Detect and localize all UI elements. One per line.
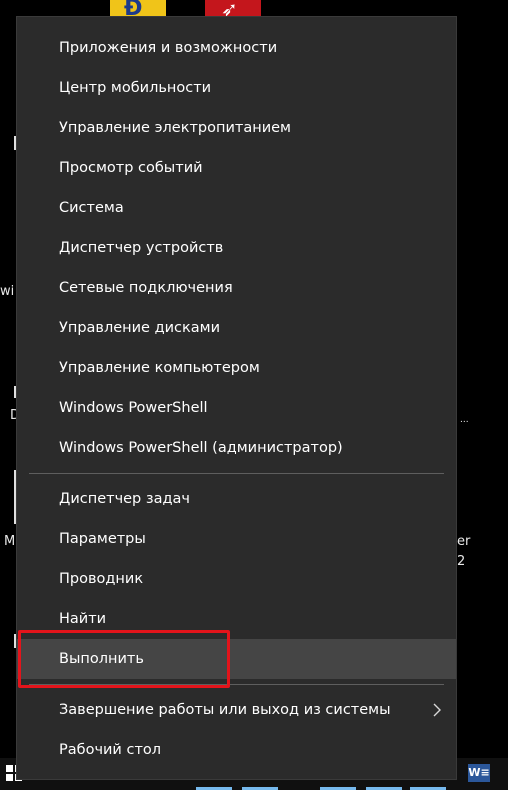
menu-item-label: Система — [59, 200, 124, 216]
menu-item-label: Завершение работы или выход из системы — [59, 702, 391, 718]
highlight-annotation-box — [18, 630, 230, 688]
menu-item-shutdown-or-sign-out[interactable]: Завершение работы или выход из системы — [17, 690, 456, 730]
desktop-label-fragment: er — [457, 534, 471, 549]
menu-item-label: Windows PowerShell (администратор) — [59, 440, 343, 456]
menu-item-label: Приложения и возможности — [59, 40, 278, 56]
menu-item-label: Параметры — [59, 531, 146, 547]
menu-item-label: Просмотр событий — [59, 160, 203, 176]
desktop-label-fragment: M — [4, 534, 16, 549]
windows-logo-icon — [6, 765, 13, 772]
menu-item-powershell[interactable]: Windows PowerShell — [17, 388, 456, 428]
menu-item-label: Управление дисками — [59, 320, 221, 336]
menu-item-label: Windows PowerShell — [59, 400, 208, 416]
menu-item-event-viewer[interactable]: Просмотр событий — [17, 148, 456, 188]
menu-item-network-connections[interactable]: Сетевые подключения — [17, 268, 456, 308]
menu-item-power-options[interactable]: Управление электропитанием — [17, 108, 456, 148]
menu-item-mobility-center[interactable]: Центр мобильности — [17, 68, 456, 108]
menu-item-device-manager[interactable]: Диспетчер устройств — [17, 228, 456, 268]
menu-separator — [29, 473, 444, 474]
desktop-label-fragment: wi — [0, 284, 15, 299]
menu-item-computer-management[interactable]: Управление компьютером — [17, 348, 456, 388]
menu-item-label: Сетевые подключения — [59, 280, 233, 296]
menu-item-settings[interactable]: Параметры — [17, 519, 456, 559]
desktop-dots: ... — [460, 415, 469, 425]
menu-item-file-explorer[interactable]: Проводник — [17, 559, 456, 599]
menu-item-system[interactable]: Система — [17, 188, 456, 228]
menu-item-label: Рабочий стол — [59, 742, 162, 758]
menu-item-disk-management[interactable]: Управление дисками — [17, 308, 456, 348]
word-app-icon[interactable]: W≡ — [468, 764, 490, 782]
menu-item-label: Найти — [59, 611, 107, 627]
menu-item-label: Диспетчер задач — [59, 491, 190, 507]
chevron-right-icon — [433, 703, 441, 717]
menu-item-apps-and-features[interactable]: Приложения и возможности — [17, 28, 456, 68]
menu-item-label: Управление компьютером — [59, 360, 260, 376]
menu-item-task-manager[interactable]: Диспетчер задач — [17, 479, 456, 519]
menu-item-label: Центр мобильности — [59, 80, 212, 96]
menu-item-label: Проводник — [59, 571, 144, 587]
menu-item-powershell-admin[interactable]: Windows PowerShell (администратор) — [17, 428, 456, 468]
desktop-label-fragment: 2 — [457, 554, 466, 569]
menu-item-desktop[interactable]: Рабочий стол — [17, 730, 456, 770]
menu-item-label: Диспетчер устройств — [59, 240, 224, 256]
menu-item-label: Управление электропитанием — [59, 120, 291, 136]
